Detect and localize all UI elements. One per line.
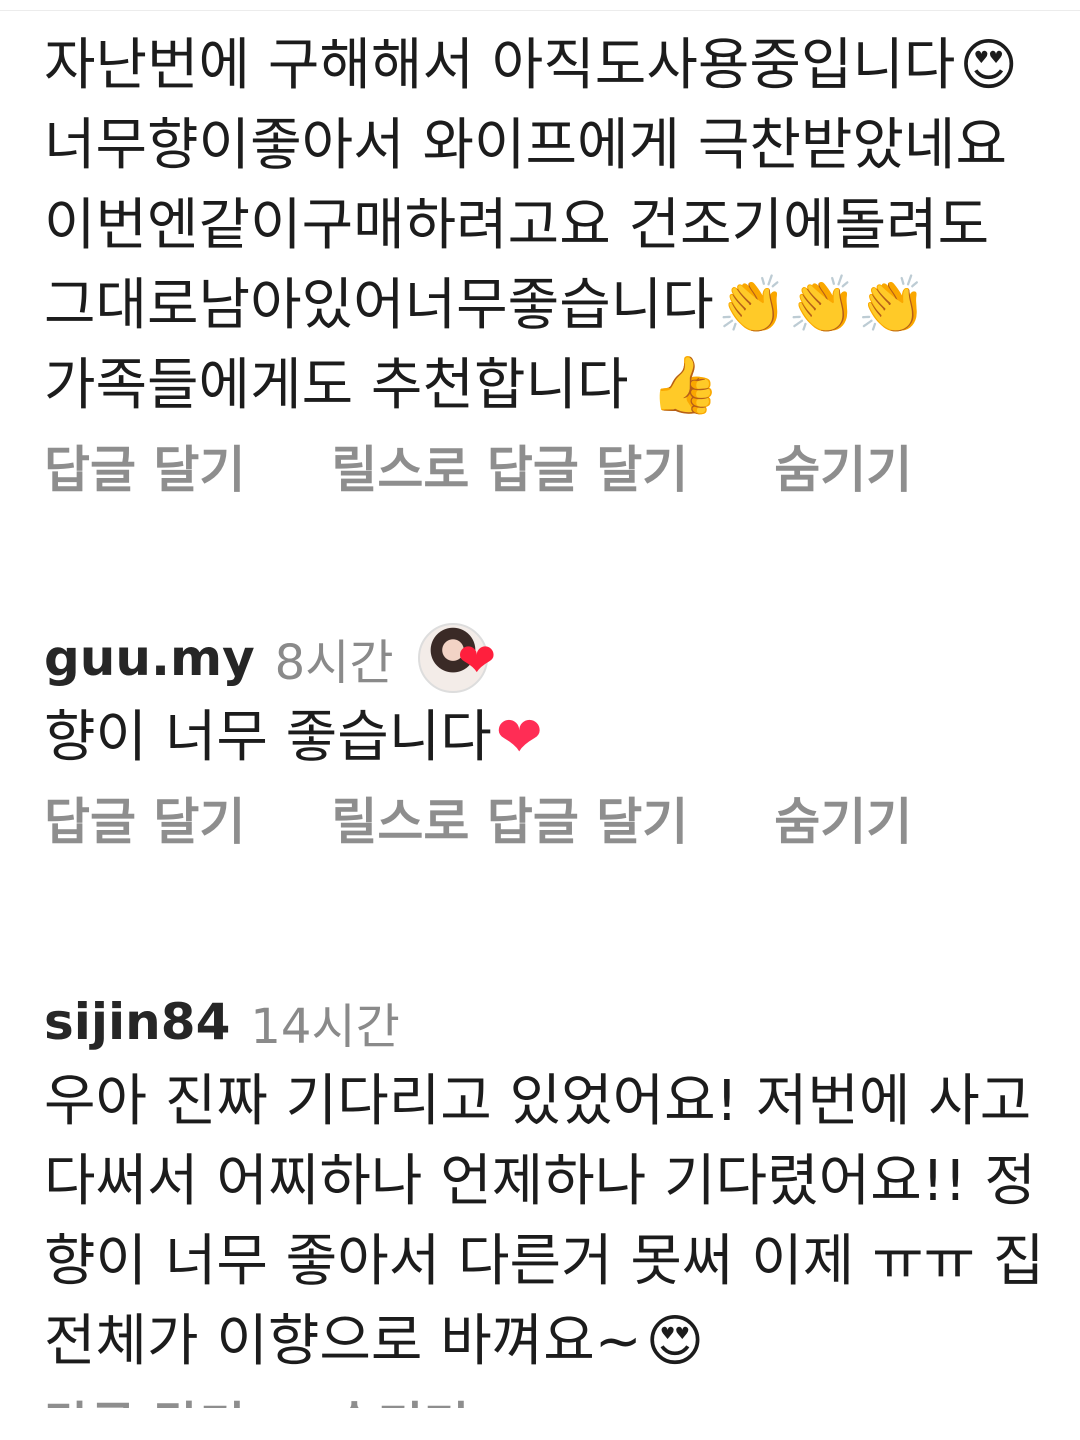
comment-text: 향이 너무 좋습니다❤ [44, 698, 1080, 778]
comment-line-text: 다써서 어찌하나 언제하나 기다렸어요!! 정 [44, 1149, 1036, 1214]
comment-actions-clipped: 답글 달기 숨기기 [44, 1382, 1080, 1408]
comment-item: guu.my 8시간 ❤ 향이 너무 좋습니다❤ 답글 달기 릴스로 답글 달기… [44, 618, 1080, 858]
comment-line: 가족들에게도 추천합니다 👍 [44, 346, 1080, 426]
comment-line-text: 향이 너무 좋아서 다른거 못써 이제 ㅠㅠ 집 [44, 1229, 1045, 1294]
comment-time: 8시간 [274, 635, 394, 691]
comment-line-text: 자난번에 구해해서 아직도사용중입니다 [44, 33, 956, 98]
comment-actions: 답글 달기 릴스로 답글 달기 숨기기 [44, 778, 1080, 858]
comment-line: 그대로남아있어너무좋습니다👏👏👏 [44, 266, 1080, 346]
reply-button[interactable]: 답글 달기 [44, 1386, 245, 1408]
comment-item: 자난번에 구해해서 아직도사용중입니다😍 너무향이좋아서 와이프에게 극찬받았네… [44, 26, 1080, 506]
heart-icon: ❤ [457, 633, 497, 687]
comment-line: 향이 너무 좋아서 다른거 못써 이제 ㅠㅠ 집 [44, 1222, 1080, 1302]
username[interactable]: guu.my [44, 629, 255, 687]
comment-line-text: 가족들에게도 추천합니다 [44, 353, 647, 418]
comment-actions: 답글 달기 릴스로 답글 달기 숨기기 [44, 426, 1080, 506]
hide-button[interactable]: 숨기기 [331, 1386, 469, 1408]
comment-line: 너무향이좋아서 와이프에게 극찬받았네요 [44, 106, 1080, 186]
reply-button[interactable]: 답글 달기 [44, 430, 245, 502]
reply-with-reels-button[interactable]: 릴스로 답글 달기 [331, 782, 688, 854]
comment-line-text: 너무향이좋아서 와이프에게 극찬받았네요 [44, 113, 1007, 178]
comment-line: 우아 진짜 기다리고 있었어요! 저번에 사고 [44, 1062, 1080, 1142]
comment-meta: sijin84 14시간 [44, 982, 1080, 1062]
liked-by-author: ❤ [417, 623, 496, 693]
comment-meta: guu.my 8시간 ❤ [44, 618, 1080, 698]
comment-line: 자난번에 구해해서 아직도사용중입니다😍 [44, 26, 1080, 106]
hide-button[interactable]: 숨기기 [774, 430, 912, 502]
reply-with-reels-button[interactable]: 릴스로 답글 달기 [331, 430, 688, 502]
comment-line: 향이 너무 좋습니다❤ [44, 698, 1080, 778]
comment-line-text: 우아 진짜 기다리고 있었어요! 저번에 사고 [44, 1069, 1032, 1134]
comment-line: 이번엔같이구매하려고요 건조기에돌려도 [44, 186, 1080, 266]
top-divider [0, 10, 1080, 11]
heart-emoji-icon: ❤ [495, 705, 543, 770]
comment-text: 우아 진짜 기다리고 있었어요! 저번에 사고 다써서 어찌하나 언제하나 기다… [44, 1062, 1080, 1382]
comment-line: 다써서 어찌하나 언제하나 기다렸어요!! 정 [44, 1142, 1080, 1222]
comment-line: 전체가 이향으로 바껴요~😍 [44, 1302, 1080, 1382]
thumbs-up-emoji-icon: 👍 [650, 353, 721, 418]
comment-actions: 답글 달기 숨기기 [44, 1382, 1080, 1408]
comment-item: sijin84 14시간 우아 진짜 기다리고 있었어요! 저번에 사고 다써서… [44, 982, 1080, 1408]
comment-text: 자난번에 구해해서 아직도사용중입니다😍 너무향이좋아서 와이프에게 극찬받았네… [44, 26, 1080, 426]
clapping-emoji-icon: 👏👏👏 [717, 273, 927, 338]
reply-button[interactable]: 답글 달기 [44, 782, 245, 854]
comment-line-text: 이번엔같이구매하려고요 건조기에돌려도 [44, 193, 990, 258]
comment-time: 14시간 [250, 999, 400, 1055]
heart-eyes-emoji-icon: 😍 [645, 1309, 705, 1374]
comment-line-text: 향이 너무 좋습니다 [44, 705, 492, 770]
comment-line-text: 그대로남아있어너무좋습니다 [44, 273, 714, 338]
comment-line-text: 전체가 이향으로 바껴요~ [44, 1309, 642, 1374]
heart-eyes-emoji-icon: 😍 [959, 33, 1018, 98]
hide-button[interactable]: 숨기기 [774, 782, 912, 854]
username[interactable]: sijin84 [44, 993, 230, 1051]
